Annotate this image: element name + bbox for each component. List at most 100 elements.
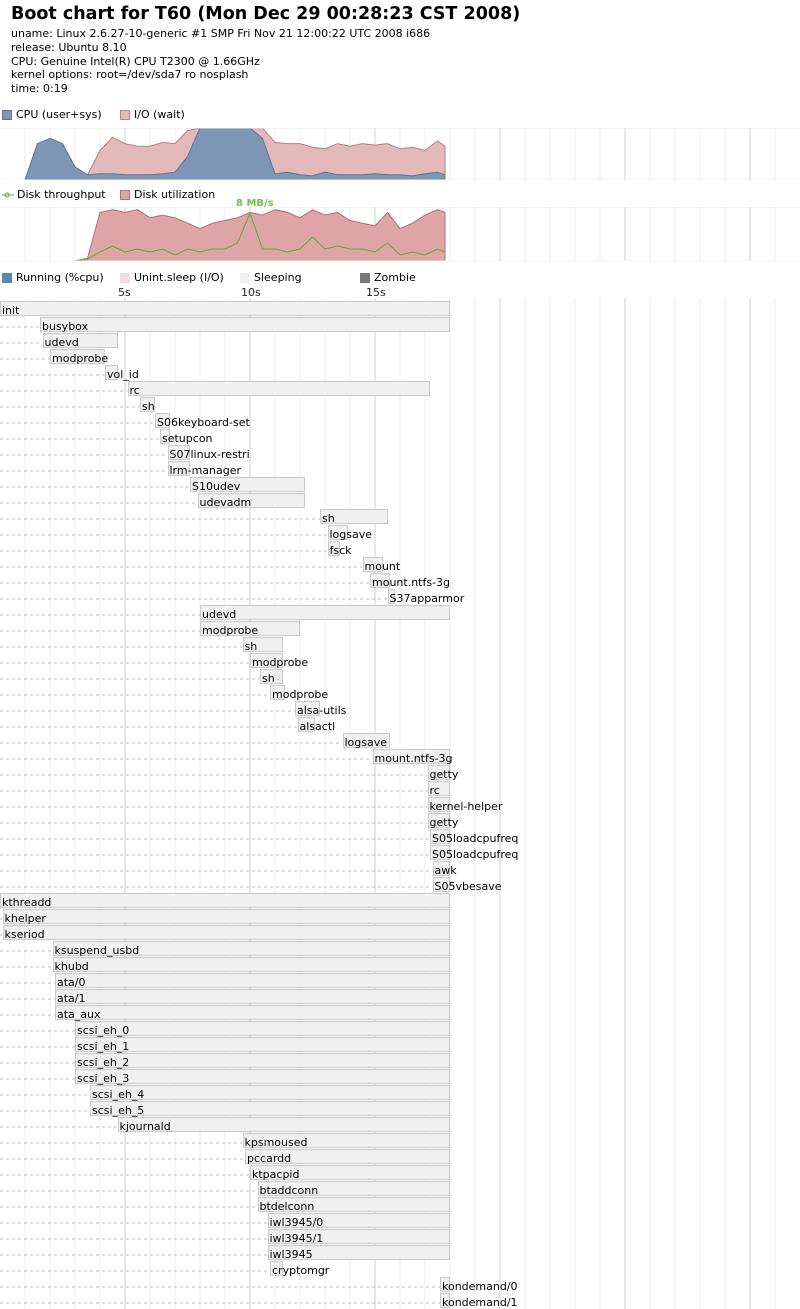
process-label: S06keyboard-set	[157, 416, 250, 429]
process-label: S05loadcpufreq	[432, 832, 519, 845]
legend-disk-util-label: Disk utilization	[134, 188, 216, 201]
process-label: logsave	[329, 528, 373, 541]
process-label: fsck	[329, 544, 352, 557]
legend-zombie-swatch	[360, 272, 370, 283]
process-label: iwl3945/0	[269, 1216, 324, 1229]
legend-cpu-swatch	[2, 109, 12, 120]
process-label: iwl3945	[269, 1248, 313, 1261]
legend-running: Running (%cpu)	[2, 271, 104, 284]
chart-title: Boot chart for T60 (Mon Dec 29 00:28:23 …	[11, 4, 521, 24]
legend-sleeping-label: Sleeping	[254, 271, 302, 284]
legend-disk-util-swatch	[120, 189, 130, 200]
process-label: S05vbesave	[434, 880, 502, 893]
disk-util-area	[0, 209, 446, 261]
process-label: vol_id	[107, 368, 139, 381]
process-label: udevd	[44, 336, 79, 349]
legend-unint: Unint.sleep (I/O)	[120, 271, 224, 284]
process-label: btaddconn	[259, 1184, 319, 1197]
process-label: ata/1	[57, 992, 86, 1005]
process-label: kseriod	[4, 928, 45, 941]
process-label: btdelconn	[259, 1200, 315, 1213]
process-bar	[40, 317, 450, 332]
legend-cpu: CPU (user+sys)	[2, 108, 102, 121]
legend-zombie-label: Zombie	[374, 271, 416, 284]
process-label: sh	[142, 400, 155, 413]
process-label: alsactl	[299, 720, 336, 733]
process-label: sh	[244, 640, 258, 653]
legend-zombie: Zombie	[360, 271, 416, 284]
throughput-peak-label: 8 MB/s	[236, 198, 274, 209]
process-label: rc	[129, 384, 140, 397]
uname-line: uname: Linux 2.6.27-10-generic #1 SMP Fr…	[11, 27, 431, 40]
process-label: iwl3945/1	[269, 1232, 324, 1245]
process-label: S07linux-restri	[169, 448, 250, 461]
process-label: kondemand/1	[442, 1296, 518, 1309]
process-bar	[75, 1053, 450, 1068]
process-bar	[127, 381, 430, 396]
disk-chart	[0, 207, 800, 261]
legend-cpu-label: CPU (user+sys)	[16, 108, 102, 121]
release-line: release: Ubuntu 8.10	[11, 41, 127, 54]
legend-unint-label: Unint.sleep (I/O)	[134, 271, 224, 284]
process-label: S37apparmor	[389, 592, 465, 605]
kernel-options-line: kernel options: root=/dev/sda7 ro nospla…	[11, 68, 249, 81]
time-line: time: 0:19	[11, 82, 68, 95]
process-bar	[0, 893, 450, 908]
process-label: khubd	[54, 960, 89, 973]
legend-disk-util: Disk utilization	[120, 188, 215, 201]
process-label: scsi_eh_1	[77, 1040, 130, 1053]
process-label: S05loadcpufreq	[432, 848, 519, 861]
process-label: cryptomgr	[272, 1264, 330, 1277]
process-label: scsi_eh_2	[77, 1056, 130, 1069]
legend-disk-throughput: Disk throughput	[2, 188, 106, 201]
process-label: ktpacpid	[252, 1168, 300, 1181]
process-label: mount.ntfs-3g	[374, 752, 453, 765]
process-bar	[2, 925, 450, 940]
process-label: kernel-helper	[429, 800, 503, 813]
process-tree: init busybox udevd modprobe vol_id rc sh S06key…	[0, 298, 800, 1309]
process-label: awk	[434, 864, 457, 877]
cpu-io-chart	[0, 128, 800, 180]
cpu-line: CPU: Genuine Intel(R) CPU T2300 @ 1.66GH…	[11, 55, 260, 68]
process-label: khelper	[4, 912, 46, 925]
legend-io-label: I/O (wait)	[134, 108, 185, 121]
process-label: S10udev	[192, 480, 241, 493]
legend-unint-swatch	[120, 272, 130, 283]
process-label: udevadm	[199, 496, 252, 509]
process-bar	[2, 909, 450, 924]
process-label: getty	[429, 768, 459, 781]
process-bar	[52, 957, 450, 972]
process-label: kthreadd	[2, 896, 52, 909]
process-label: scsi_eh_0	[77, 1024, 130, 1037]
legend-sleeping: Sleeping	[240, 271, 302, 284]
process-bar	[75, 1021, 450, 1036]
process-label: getty	[429, 816, 459, 829]
process-bar	[55, 989, 450, 1004]
process-bar	[200, 605, 450, 620]
process-label: mount.ntfs-3g	[372, 576, 451, 589]
process-bar	[55, 1005, 450, 1020]
process-label: modprobe	[272, 688, 329, 701]
process-label: modprobe	[52, 352, 109, 365]
process-label: sh	[322, 512, 335, 525]
legend-running-label: Running (%cpu)	[16, 271, 104, 284]
process-bar	[0, 301, 450, 316]
process-bar	[75, 1069, 450, 1084]
process-label: ata/0	[57, 976, 86, 989]
process-label: rc	[429, 784, 440, 797]
process-label: scsi_eh_4	[92, 1088, 145, 1101]
process-label: kondemand/0	[442, 1280, 518, 1293]
legend-running-swatch	[2, 272, 12, 283]
process-label: kjournald	[119, 1120, 171, 1133]
legend-sleeping-swatch	[240, 272, 250, 283]
process-bar	[55, 973, 450, 988]
process-label: pccardd	[247, 1152, 292, 1165]
process-label: scsi_eh_3	[77, 1072, 130, 1085]
process-label: udevd	[202, 608, 237, 621]
process-label: logsave	[344, 736, 388, 749]
process-label: modprobe	[202, 624, 259, 637]
process-label: init	[2, 304, 20, 317]
legend-throughput-label: Disk throughput	[17, 188, 106, 201]
legend-io: I/O (wait)	[120, 108, 185, 121]
process-label: scsi_eh_5	[92, 1104, 145, 1117]
